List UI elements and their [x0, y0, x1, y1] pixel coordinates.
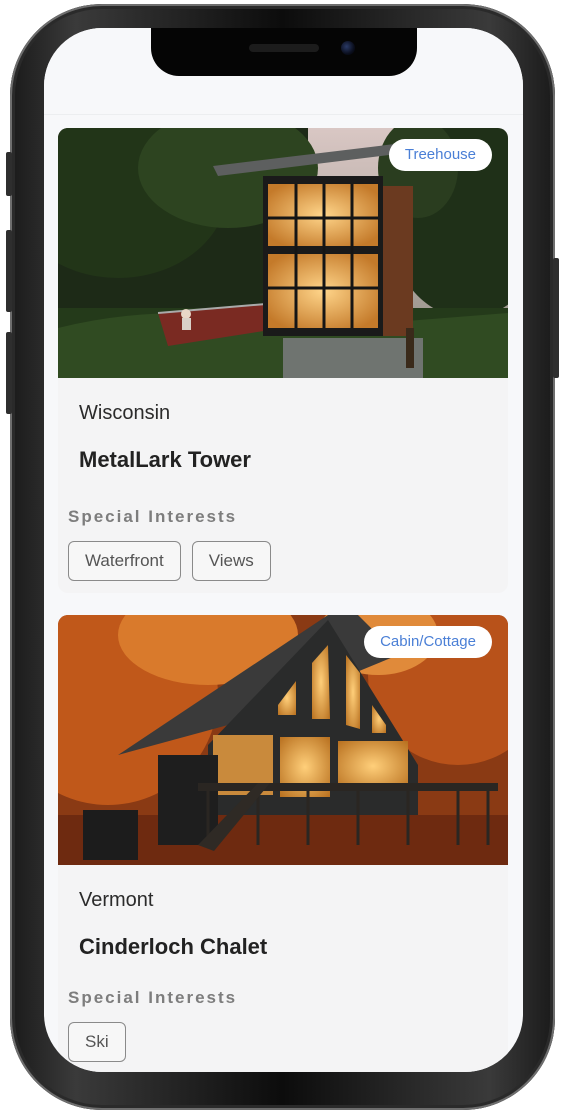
- category-tag[interactable]: Treehouse: [388, 139, 492, 171]
- interest-chips: Waterfront Views: [68, 541, 498, 581]
- card-body: Vermont Cinderloch Chalet Special Intere…: [58, 889, 508, 1072]
- speaker-grille: [249, 44, 319, 52]
- interest-chip[interactable]: Views: [191, 541, 271, 581]
- notch: [151, 28, 417, 76]
- interest-chips: Ski: [68, 1022, 498, 1062]
- front-camera: [341, 41, 355, 55]
- mute-switch: [6, 152, 12, 196]
- listing-photo[interactable]: Cabin/Cottage: [58, 615, 508, 865]
- listing-card[interactable]: Treehouse Wisconsin MetalLark Tower Spec…: [58, 128, 508, 593]
- listing-name[interactable]: Cinderloch Chalet: [79, 934, 498, 960]
- volume-up-button: [6, 230, 12, 312]
- special-interests-label: Special Interests: [68, 507, 238, 526]
- listing-location: Wisconsin: [79, 402, 171, 424]
- interest-chip[interactable]: Ski: [68, 1022, 126, 1062]
- special-interests-label: Special Interests: [68, 988, 238, 1007]
- card-body: Wisconsin MetalLark Tower Special Intere…: [58, 402, 508, 593]
- listing-card[interactable]: Cabin/Cottage Vermont Cinderloch Chalet …: [58, 615, 508, 1072]
- screen: Treehouse Wisconsin MetalLark Tower Spec…: [44, 28, 523, 1072]
- listing-name[interactable]: MetalLark Tower: [79, 447, 498, 473]
- listing-location: Vermont: [79, 889, 154, 911]
- interest-chip[interactable]: Waterfront: [68, 541, 181, 581]
- listing-feed[interactable]: Treehouse Wisconsin MetalLark Tower Spec…: [58, 128, 508, 1072]
- category-tag[interactable]: Cabin/Cottage: [364, 626, 492, 658]
- power-button: [553, 258, 559, 378]
- volume-down-button: [6, 332, 12, 414]
- listing-photo[interactable]: Treehouse: [58, 128, 508, 378]
